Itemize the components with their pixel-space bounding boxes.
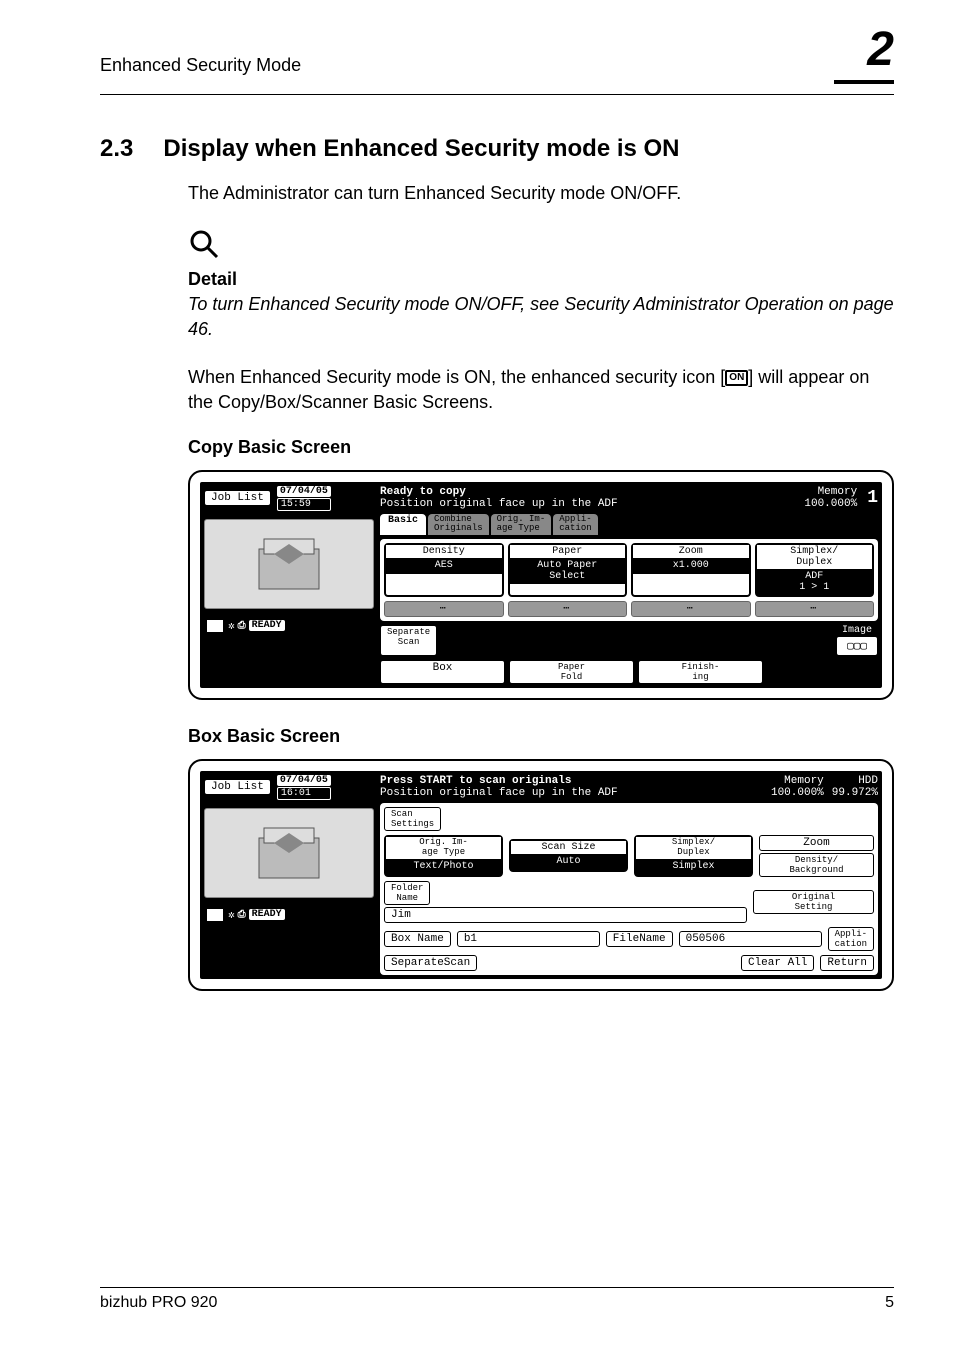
separate-scan-button[interactable]: Separate Scan: [380, 625, 437, 656]
box-screen-heading: Box Basic Screen: [188, 726, 894, 747]
paper-panel[interactable]: PaperAuto Paper Select: [508, 543, 628, 597]
finishing-button[interactable]: Finish- ing: [638, 660, 763, 684]
box-name-button[interactable]: Box Name: [384, 931, 451, 947]
application-button[interactable]: Appli- cation: [828, 927, 874, 951]
status-ready: READY: [249, 620, 285, 631]
date-chip: 07/04/05: [277, 775, 331, 786]
tab-combine[interactable]: Combine Originals: [428, 514, 489, 535]
density-button[interactable]: Density/ Background: [759, 853, 874, 877]
slot-empty: ⋯: [384, 601, 504, 617]
date-chip: 07/04/05: [277, 486, 331, 497]
density-panel[interactable]: DensityAES: [384, 543, 504, 597]
return-button[interactable]: Return: [820, 955, 874, 971]
footer-product: bizhub PRO 920: [100, 1294, 217, 1312]
slot-empty: ⋯: [755, 601, 875, 617]
duplex-panel[interactable]: Simplex/ DuplexSimplex: [634, 835, 753, 877]
tab-application[interactable]: Appli- cation: [553, 514, 597, 535]
section-number: 2.3: [100, 135, 133, 163]
gear-icon: ✲: [228, 908, 235, 922]
chapter-number: 2: [867, 22, 894, 77]
chapter-badge: 2: [834, 40, 894, 90]
paper-fold-button[interactable]: Paper Fold: [509, 660, 634, 684]
folder-name-button[interactable]: Folder Name: [384, 881, 430, 905]
zoom-button[interactable]: Zoom: [759, 835, 874, 851]
box-name-value: b1: [457, 931, 600, 947]
time-chip: 15:59: [277, 498, 331, 511]
memory-label: Memory: [804, 486, 857, 498]
status-line-1: Press START to scan originals: [380, 775, 618, 787]
tab-basic[interactable]: Basic: [380, 514, 426, 535]
detail-heading: Detail: [188, 269, 894, 290]
status-line-2: Position original face up in the ADF: [380, 498, 618, 510]
clear-all-button[interactable]: Clear All: [741, 955, 814, 971]
gear-icon: ✲: [228, 619, 235, 633]
security-on-icon: ON: [205, 907, 225, 923]
scan-settings-tab[interactable]: Scan Settings: [384, 807, 441, 831]
section-title: Display when Enhanced Security mode is O…: [163, 135, 679, 163]
filename-button[interactable]: FileName: [606, 931, 673, 947]
separate-scan-button[interactable]: SeparateScan: [384, 955, 477, 971]
scan-size-panel[interactable]: Scan SizeAuto: [509, 839, 628, 872]
hdd-label: HDD: [832, 775, 878, 787]
status-line-2: Position original face up in the ADF: [380, 787, 618, 799]
image-button[interactable]: ▢▢▢: [836, 636, 878, 656]
filename-value: 050506: [679, 931, 822, 947]
printer-icon: ⎙: [238, 909, 246, 921]
detail-text: To turn Enhanced Security mode ON/OFF, s…: [188, 292, 894, 342]
slot-empty: ⋯: [508, 601, 628, 617]
memory-value: 100.000%: [804, 498, 857, 510]
job-list-button[interactable]: Job List: [204, 779, 271, 795]
intro-text: The Administrator can turn Enhanced Secu…: [188, 181, 894, 206]
status-line-1: Ready to copy: [380, 486, 618, 498]
tab-orig-image[interactable]: Orig. Im- age Type: [491, 514, 552, 535]
memory-label: Memory: [771, 775, 824, 787]
printer-icon: ⎙: [238, 620, 246, 632]
status-ready: READY: [249, 909, 285, 920]
original-setting-button[interactable]: Original Setting: [753, 890, 874, 914]
icon-paragraph: When Enhanced Security mode is ON, the e…: [188, 365, 894, 415]
security-on-icon: ON: [205, 618, 225, 634]
slot-empty: ⋯: [631, 601, 751, 617]
zoom-panel[interactable]: Zoomx1.000: [631, 543, 751, 597]
time-chip: 16:01: [277, 787, 331, 800]
hdd-value: 99.972%: [832, 787, 878, 799]
page-indicator: 1: [867, 488, 878, 508]
magnifier-icon: [188, 228, 894, 265]
security-on-icon: ON: [725, 370, 748, 386]
job-list-button[interactable]: Job List: [204, 490, 271, 506]
orig-type-panel[interactable]: Orig. Im- age TypeText/Photo: [384, 835, 503, 877]
footer-page: 5: [885, 1294, 894, 1312]
mfd-illustration: [204, 519, 374, 609]
duplex-panel[interactable]: Simplex/ DuplexADF 1 > 1: [755, 543, 875, 597]
memory-value: 100.000%: [771, 787, 824, 799]
copy-screen-heading: Copy Basic Screen: [188, 437, 894, 458]
image-label: Image: [836, 625, 878, 636]
box-button[interactable]: Box: [380, 660, 505, 684]
copy-basic-screen: Job List 07/04/05 15:59 ON ✲ ⎙ READY: [188, 470, 894, 700]
folder-value: Jim: [384, 907, 747, 923]
running-header: Enhanced Security Mode: [100, 55, 301, 76]
mfd-illustration: [204, 808, 374, 898]
box-basic-screen: Job List 07/04/05 16:01 ON ✲ ⎙ READY: [188, 759, 894, 991]
